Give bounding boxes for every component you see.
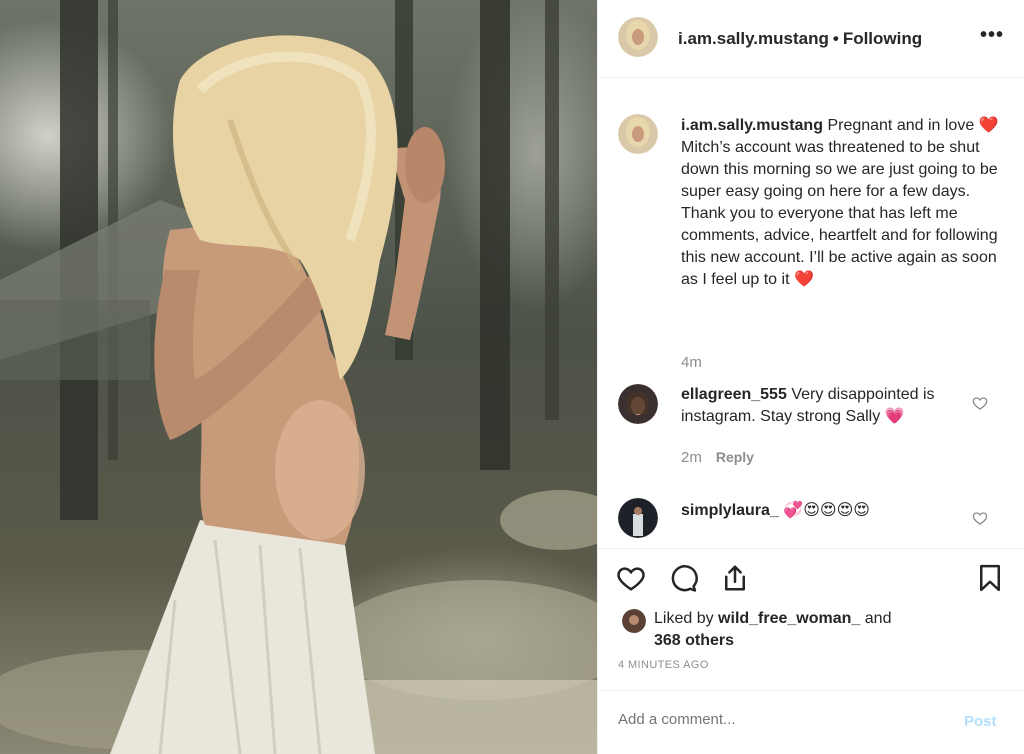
author-username[interactable]: i.am.sally.mustang	[678, 29, 829, 48]
post-timestamp[interactable]: 4 MINUTES AGO	[618, 659, 709, 671]
caption-text: i.am.sally.mustang Pregnant and in love …	[681, 115, 999, 291]
share-icon[interactable]	[720, 563, 750, 593]
liker-username[interactable]: wild_free_woman_	[718, 610, 860, 627]
separator-dot: •	[832, 29, 839, 48]
likes-text: Liked by wild_free_woman_ and 368 others	[654, 608, 954, 652]
bookmark-icon[interactable]	[975, 563, 1005, 593]
post-sidebar: i.am.sally.mustang • Following ••• i.am.sa…	[597, 0, 1024, 754]
comment-text: simplylaura_ 💞😍😍😍😍	[681, 500, 999, 522]
comment-icon[interactable]	[668, 563, 698, 593]
comment-meta: 2m Reply	[681, 449, 754, 466]
like-comment-icon[interactable]	[972, 395, 988, 411]
caption-body-2: Mitch’s account was threatened to be shu…	[681, 139, 998, 288]
liked-by-and: and	[864, 610, 892, 627]
caption-body-1: Pregnant and in love	[827, 117, 975, 134]
caption-time: 4m	[681, 354, 702, 371]
comment-emojis: 💞😍😍😍😍	[783, 502, 870, 519]
reply-button[interactable]: Reply	[716, 449, 754, 465]
pink-heart-emoji: 💗	[884, 408, 905, 425]
more-options-icon[interactable]: •••	[980, 24, 1004, 47]
post-header: i.am.sally.mustang • Following •••	[598, 0, 1024, 78]
add-comment-input[interactable]	[618, 711, 938, 728]
comment-text: ellagreen_555 Very disappointed is insta…	[681, 384, 999, 428]
like-comment-icon[interactable]	[972, 510, 988, 526]
commenter-avatar[interactable]	[618, 498, 658, 538]
post-photo[interactable]	[0, 0, 597, 754]
post-photo-illustration	[0, 0, 597, 754]
heart-icon[interactable]	[616, 563, 646, 593]
commenter-username[interactable]: ellagreen_555	[681, 386, 787, 403]
commenter-avatar[interactable]	[618, 384, 658, 424]
caption-username[interactable]: i.am.sally.mustang	[681, 117, 823, 134]
red-heart-emoji: ❤️	[978, 117, 999, 134]
liker-avatar[interactable]	[622, 609, 646, 633]
comment-time: 2m	[681, 449, 702, 466]
caption-avatar[interactable]	[618, 114, 658, 154]
author-avatar[interactable]	[618, 17, 658, 57]
post-comment-button[interactable]: Post	[964, 713, 997, 730]
commenter-username[interactable]: simplylaura_	[681, 502, 779, 519]
add-comment-bar: Post	[598, 690, 1024, 754]
author-line: i.am.sally.mustang • Following	[678, 29, 922, 49]
following-button[interactable]: Following	[843, 29, 922, 48]
others-count[interactable]: 368 others	[654, 632, 734, 649]
liked-by-prefix: Liked by	[654, 610, 714, 627]
red-heart-emoji: ❤️	[793, 271, 814, 288]
